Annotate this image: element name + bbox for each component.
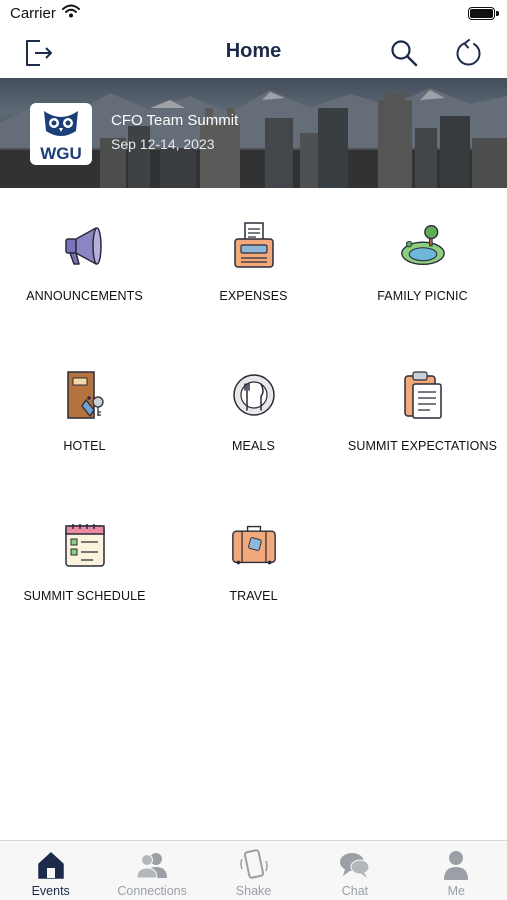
tile-summit-schedule[interactable]: SUMMIT SCHEDULE [0,488,169,638]
event-date: Sep 12-14, 2023 [111,136,215,152]
tab-label: Shake [235,884,272,898]
tile-label: ANNOUNCEMENTS [26,289,143,303]
tile-label: SUMMIT EXPECTATIONS [347,439,498,453]
phone-shake-icon [238,849,270,881]
tab-label: Connections [117,884,187,898]
tile-expenses[interactable]: EXPENSES [169,188,338,338]
tile-summit-expectations[interactable]: SUMMIT EXPECTATIONS [338,338,507,488]
event-title: CFO Team Summit [111,112,239,129]
tile-label: SUMMIT SCHEDULE [23,589,146,603]
tab-chat[interactable]: Chat [304,841,405,900]
tile-label: MEALS [232,439,275,453]
battery-icon [468,7,495,20]
people-icon [136,849,168,881]
clipboard-icon [400,370,446,420]
tile-label: FAMILY PICNIC [377,289,468,303]
tab-bar: Events Connections Shake Chat Me [0,840,507,900]
tile-meals[interactable]: MEALS [169,338,338,488]
tile-label: TRAVEL [229,589,278,603]
tab-me[interactable]: Me [406,841,507,900]
search-button[interactable] [387,36,421,70]
page-title: Home [225,40,282,62]
megaphone-icon [62,220,108,270]
calendar-house-icon [35,849,67,881]
event-banner[interactable]: WGU CFO Team Summit Sep 12-14, 2023 [0,78,507,188]
search-icon [391,40,418,67]
tab-label: Me [447,884,466,898]
carrier-label: Carrier [10,5,56,22]
park-pond-icon [400,220,446,270]
status-bar: Carrier [0,0,507,28]
refresh-button[interactable] [452,36,486,70]
tab-label: Events [31,884,70,898]
tab-shake[interactable]: Shake [203,841,304,900]
tile-label: EXPENSES [219,289,288,303]
tile-label: HOTEL [63,439,106,453]
tile-family-picnic[interactable]: FAMILY PICNIC [338,188,507,338]
tile-hotel[interactable]: HOTEL [0,338,169,488]
wgu-logo: WGU [30,103,92,165]
tab-label: Chat [341,884,369,898]
tab-connections[interactable]: Connections [101,841,202,900]
hotel-door-key-icon [62,370,108,420]
wifi-icon [62,4,80,23]
receipt-machine-icon [231,220,277,270]
tab-events[interactable]: Events [0,841,101,900]
nav-bar: Home [0,28,507,78]
chat-bubbles-icon [339,849,371,881]
person-icon [440,849,472,881]
suitcase-icon [231,520,277,570]
battery-cap [496,11,499,16]
refresh-icon [456,39,481,66]
wgu-logo-text: WGU [40,144,82,163]
tile-travel[interactable]: TRAVEL [169,488,338,638]
tile-announcements[interactable]: ANNOUNCEMENTS [0,188,169,338]
checklist-calendar-icon [62,520,108,570]
dinner-plate-icon [231,370,277,420]
